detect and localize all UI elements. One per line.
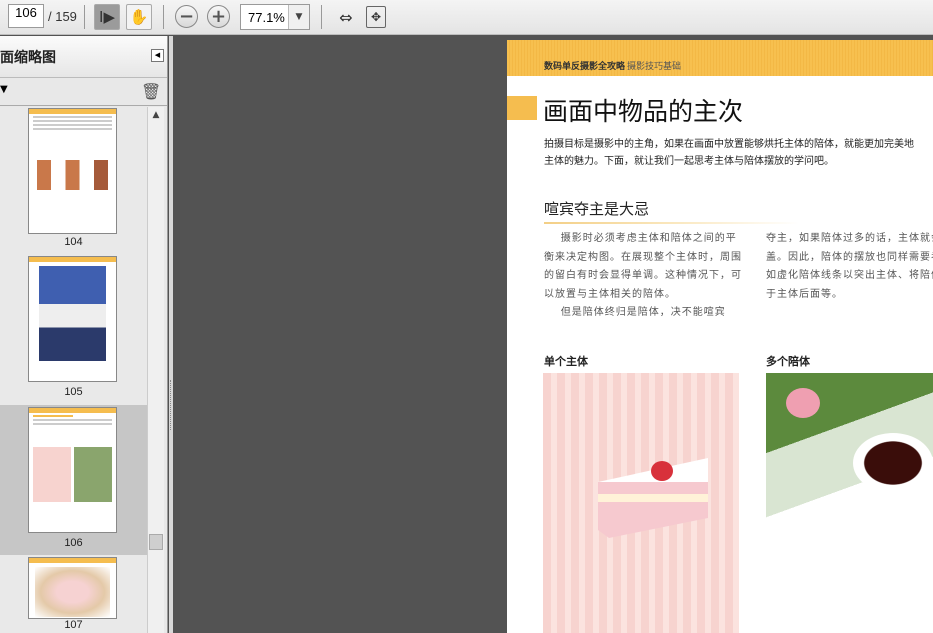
thumbnail-104[interactable]: 104 — [0, 107, 147, 255]
page-thumbnail — [28, 557, 117, 619]
thumbnail-label: 105 — [64, 386, 83, 398]
body-column-2: 夺主，如果陪体过多的话，主体就会 盖。因此，陪体的摆放也同样需要考 如虚化陪体线… — [766, 233, 933, 300]
thumbnail-106[interactable]: 106 — [0, 405, 147, 555]
thumbnail-label: 107 — [64, 619, 83, 631]
splitter-grip[interactable] — [170, 380, 172, 430]
document-page: 数码单反摄影全攻略 摄影技巧基础 画面中物品的主次 拍摄目标是摄影中的主角，如果在… — [507, 40, 933, 633]
rose — [786, 388, 820, 418]
panel-options: ▼ 🗑 — [0, 78, 167, 106]
thumbnail-list: 104 105 106 107 — [0, 107, 147, 633]
teacup — [853, 433, 933, 493]
chevron-down-icon[interactable]: ▼ — [288, 5, 309, 29]
panel-title: 面缩略图 — [0, 50, 56, 66]
fit-width-icon[interactable]: ⇔ — [333, 4, 359, 30]
fit-page-icon[interactable]: ✥ — [366, 6, 386, 28]
page-thumbnail — [28, 407, 117, 533]
collapse-panel-button[interactable]: ◀ — [151, 49, 164, 62]
scrollbar-thumb[interactable] — [149, 534, 163, 550]
caption-single-subject: 单个主体 — [544, 355, 588, 368]
thumbnail-label: 106 — [64, 537, 83, 549]
thumbnail-label: 104 — [64, 236, 83, 248]
running-header: 数码单反摄影全攻略 摄影技巧基础 — [544, 59, 681, 72]
panel-splitter[interactable] — [169, 36, 173, 633]
separator — [163, 5, 164, 29]
page-thumbnail — [28, 108, 117, 234]
thumbnail-scrollbar[interactable]: ▲ — [147, 107, 164, 633]
thumbnail-105[interactable]: 105 — [0, 255, 147, 405]
zoom-in-icon[interactable]: + — [207, 5, 230, 28]
hand-tool-icon[interactable]: ✋ — [126, 4, 152, 30]
zoom-out-icon[interactable]: − — [175, 5, 198, 28]
section-title: 喧宾夺主是大忌 — [544, 200, 650, 218]
caption-multiple-props: 多个陪体 — [766, 355, 810, 368]
separator — [321, 5, 322, 29]
intro-text: 拍摄目标是摄影中的主角，如果在画面中放置能够烘托主体的陪体，就能更加完美地 主体… — [544, 139, 914, 167]
page-thumbnail — [28, 256, 117, 382]
panel-header: 面缩略图 ◀ — [0, 36, 167, 78]
tea-photo — [766, 373, 933, 633]
page-title: 画面中物品的主次 — [543, 97, 744, 126]
select-tool-icon[interactable]: I▶ — [94, 4, 120, 30]
strawberry — [651, 461, 673, 481]
thumbnail-107[interactable]: 107 — [0, 555, 147, 633]
scroll-up-icon[interactable]: ▲ — [148, 107, 164, 123]
page-number-input[interactable]: 106 — [8, 4, 44, 28]
book-title: 数码单反摄影全攻略 — [544, 62, 626, 72]
page-total: / 159 — [48, 9, 77, 24]
thumbnails-panel: 面缩略图 ◀ ▼ 🗑 104 105 106 107 ▲ — [0, 36, 168, 633]
section-underline — [544, 222, 799, 224]
title-accent — [507, 96, 537, 120]
chapter-title: 摄影技巧基础 — [627, 62, 682, 72]
toolbar: 106 / 159 I▶ ✋ − + 77.1% ▼ ⇔ ✥ — [0, 0, 933, 35]
trash-icon[interactable]: 🗑 — [141, 82, 161, 101]
body-column-1: 摄影时必须考虑主体和陪体之间的平 衡来决定构图。在展现整个主体时，周围 的留白有… — [544, 233, 742, 318]
separator — [84, 5, 85, 29]
options-dropdown-icon[interactable]: ▼ — [0, 84, 8, 95]
cake-photo — [543, 373, 739, 633]
